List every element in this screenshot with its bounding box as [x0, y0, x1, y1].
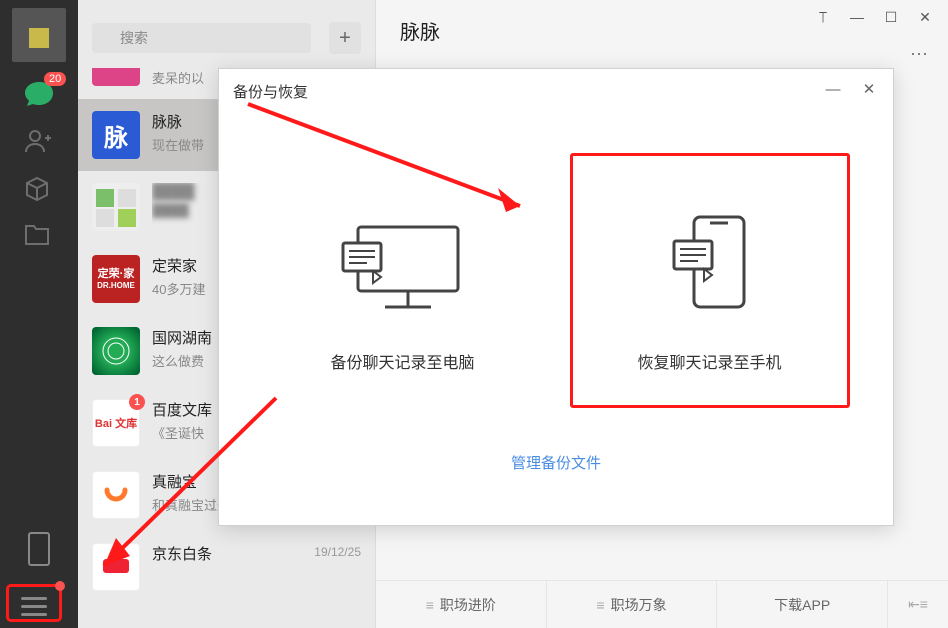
tab-workplace[interactable]: ≡职场万象	[547, 581, 718, 628]
avatar	[92, 327, 140, 375]
close-button[interactable]: ✕	[908, 4, 942, 30]
window-controls: ⟙ — ☐ ✕	[806, 4, 942, 30]
folder-icon	[24, 224, 50, 246]
add-button[interactable]: +	[329, 22, 361, 54]
conv-date: 19/12/25	[314, 545, 361, 559]
nav-files[interactable]	[24, 224, 54, 254]
unread-badge: 1	[129, 394, 145, 410]
backup-to-pc-option[interactable]: 备份聊天记录至电脑	[263, 153, 543, 408]
dialog-title: 备份与恢复	[219, 69, 893, 113]
dialog-close-button[interactable]: ✕	[851, 75, 887, 103]
expand-icon: ⇤≡	[908, 596, 928, 613]
chat-title: 脉脉	[400, 16, 440, 45]
nav-menu-button[interactable]	[6, 584, 62, 622]
bottom-tabs: ≡职场进阶 ≡职场万象 下载APP ⇤≡	[376, 580, 948, 628]
nav-chat[interactable]: 20	[24, 80, 54, 110]
avatar: 脉	[92, 111, 140, 159]
user-avatar[interactable]	[12, 8, 66, 62]
avatar: 定荣·家 DR.HOME	[92, 255, 140, 303]
search-input[interactable]	[92, 23, 311, 53]
list-item[interactable]: 京东白条 19/12/25	[78, 531, 375, 603]
minimize-button[interactable]: —	[840, 4, 874, 30]
list-icon: ≡	[426, 597, 434, 613]
tab-download[interactable]: 下载APP	[717, 581, 888, 628]
computer-icon	[333, 209, 473, 319]
list-icon: ≡	[596, 597, 604, 613]
backup-restore-dialog: 备份与恢复 — ✕ 备份聊天记录至电脑	[218, 68, 894, 526]
hamburger-icon	[15, 593, 53, 613]
chat-badge: 20	[44, 72, 66, 86]
nav-collections[interactable]	[24, 176, 54, 206]
backup-label: 备份聊天记录至电脑	[330, 349, 474, 373]
restore-label: 恢复聊天记录至手机	[637, 349, 781, 373]
phone-icon	[640, 209, 780, 319]
nav-contacts[interactable]	[24, 128, 54, 158]
maximize-button[interactable]: ☐	[874, 4, 908, 30]
pin-button[interactable]: ⟙	[806, 4, 840, 30]
menu-notification-dot	[55, 581, 65, 591]
dialog-minimize-button[interactable]: —	[815, 75, 851, 103]
left-nav: 20	[0, 0, 78, 628]
more-menu[interactable]: ⋯	[910, 44, 930, 65]
manage-backup-link[interactable]: 管理备份文件	[511, 455, 601, 472]
avatar	[92, 543, 140, 591]
tab-career[interactable]: ≡职场进阶	[376, 581, 547, 628]
cube-icon	[24, 176, 50, 202]
nav-phone[interactable]	[28, 532, 50, 566]
contacts-icon	[24, 128, 52, 154]
restore-to-phone-option[interactable]: 恢复聊天记录至手机	[570, 153, 850, 408]
avatar	[92, 183, 140, 231]
avatar: Bai 文库 1	[92, 399, 140, 447]
tab-expand[interactable]: ⇤≡	[888, 581, 948, 628]
avatar	[92, 471, 140, 519]
